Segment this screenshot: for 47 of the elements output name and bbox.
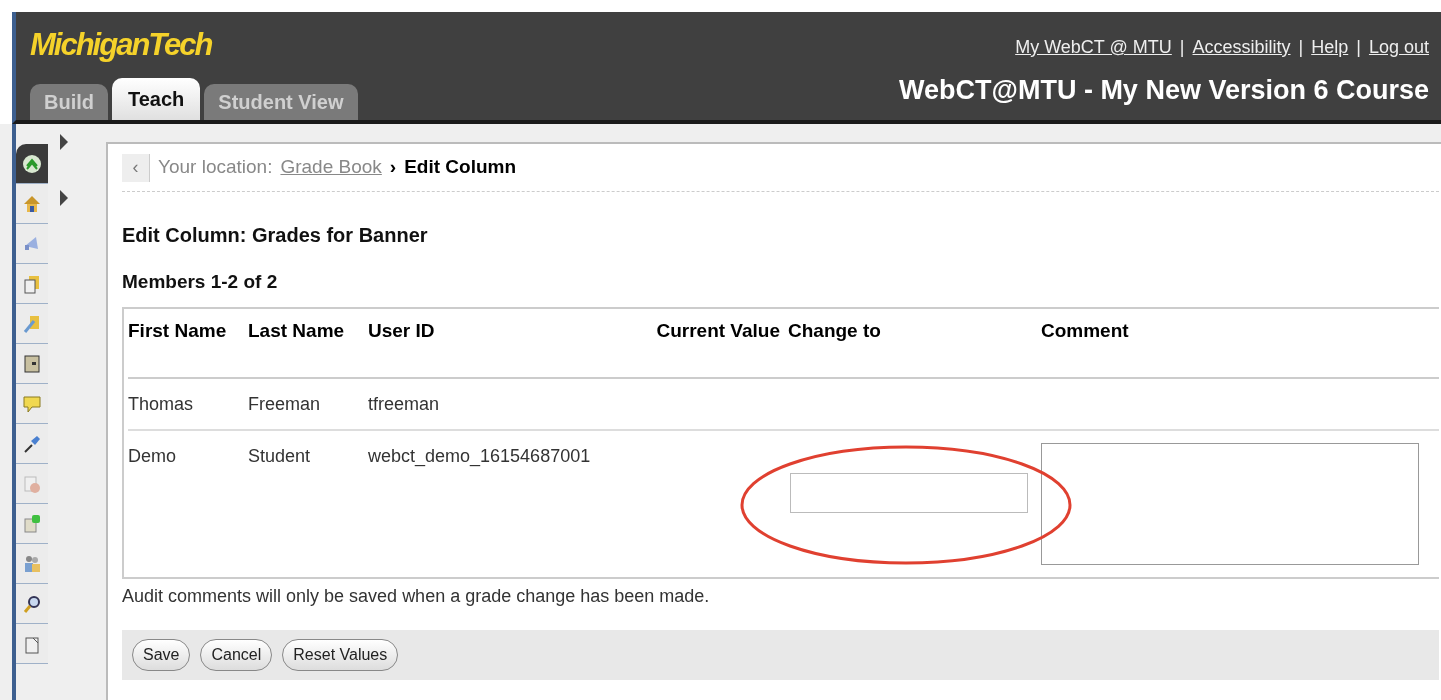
- table-cell: Student: [248, 445, 311, 466]
- home-icon[interactable]: [22, 193, 42, 214]
- form-button[interactable]: Cancel: [200, 638, 273, 671]
- comment-field[interactable]: [1041, 442, 1419, 565]
- column-header: Current Value: [656, 318, 780, 343]
- separator: |: [1298, 36, 1304, 59]
- header-link[interactable]: Log out: [1368, 34, 1429, 61]
- table-cell: tfreeman: [368, 393, 440, 414]
- table-cell: Demo: [128, 445, 176, 466]
- breadcrumb-link[interactable]: Grade Book: [280, 153, 382, 182]
- course-title: WebCT@MTU - My New Version 6 Course: [899, 73, 1429, 107]
- form-button[interactable]: Reset Values: [282, 638, 399, 671]
- back-button[interactable]: ‹: [122, 153, 150, 182]
- people-icon[interactable]: [22, 553, 42, 574]
- book-icon[interactable]: [22, 353, 42, 374]
- column-header: First Name: [128, 319, 227, 341]
- expand-icon[interactable]: [22, 153, 42, 174]
- table-cell: Freeman: [248, 393, 321, 414]
- expand-arrow-icon[interactable]: [60, 190, 68, 206]
- pin-icon[interactable]: [22, 433, 42, 454]
- breadcrumb-arrow: ›: [389, 155, 397, 180]
- header-link[interactable]: Help: [1311, 34, 1349, 61]
- form-button[interactable]: Save: [132, 638, 191, 671]
- pencil-icon[interactable]: [22, 313, 42, 334]
- header-link[interactable]: Accessibility: [1192, 34, 1291, 61]
- column-header: User ID: [368, 319, 435, 341]
- logo: MichiganTech: [30, 26, 213, 64]
- header-link[interactable]: My WebCT @ MTU: [1015, 34, 1172, 61]
- table-cell: Thomas: [128, 393, 194, 414]
- document-plus-icon[interactable]: [22, 513, 42, 534]
- speech-bubble-icon[interactable]: [22, 393, 42, 414]
- breadcrumb-current: Edit Column: [404, 155, 517, 180]
- documents-icon[interactable]: [22, 273, 42, 294]
- separator: |: [1356, 36, 1361, 59]
- separator: |: [1179, 36, 1185, 59]
- tab[interactable]: Teach: [112, 78, 201, 120]
- search-icon[interactable]: [22, 593, 42, 614]
- column-header: Change to: [788, 319, 881, 341]
- page-title: Edit Column: Grades for Banner: [122, 223, 429, 248]
- column-header: Last Name: [248, 319, 345, 341]
- audit-note: Audit comments will only be saved when a grade change has been made.: [122, 584, 711, 608]
- location-label: Your location:: [158, 155, 273, 180]
- expand-arrow-icon[interactable]: [60, 134, 68, 150]
- column-header: Comment: [1041, 319, 1129, 341]
- members-count: Members 1-2 of 2: [122, 270, 279, 294]
- table-cell: webct_demo_16154687001: [368, 445, 591, 466]
- change-to-field[interactable]: [790, 472, 1028, 513]
